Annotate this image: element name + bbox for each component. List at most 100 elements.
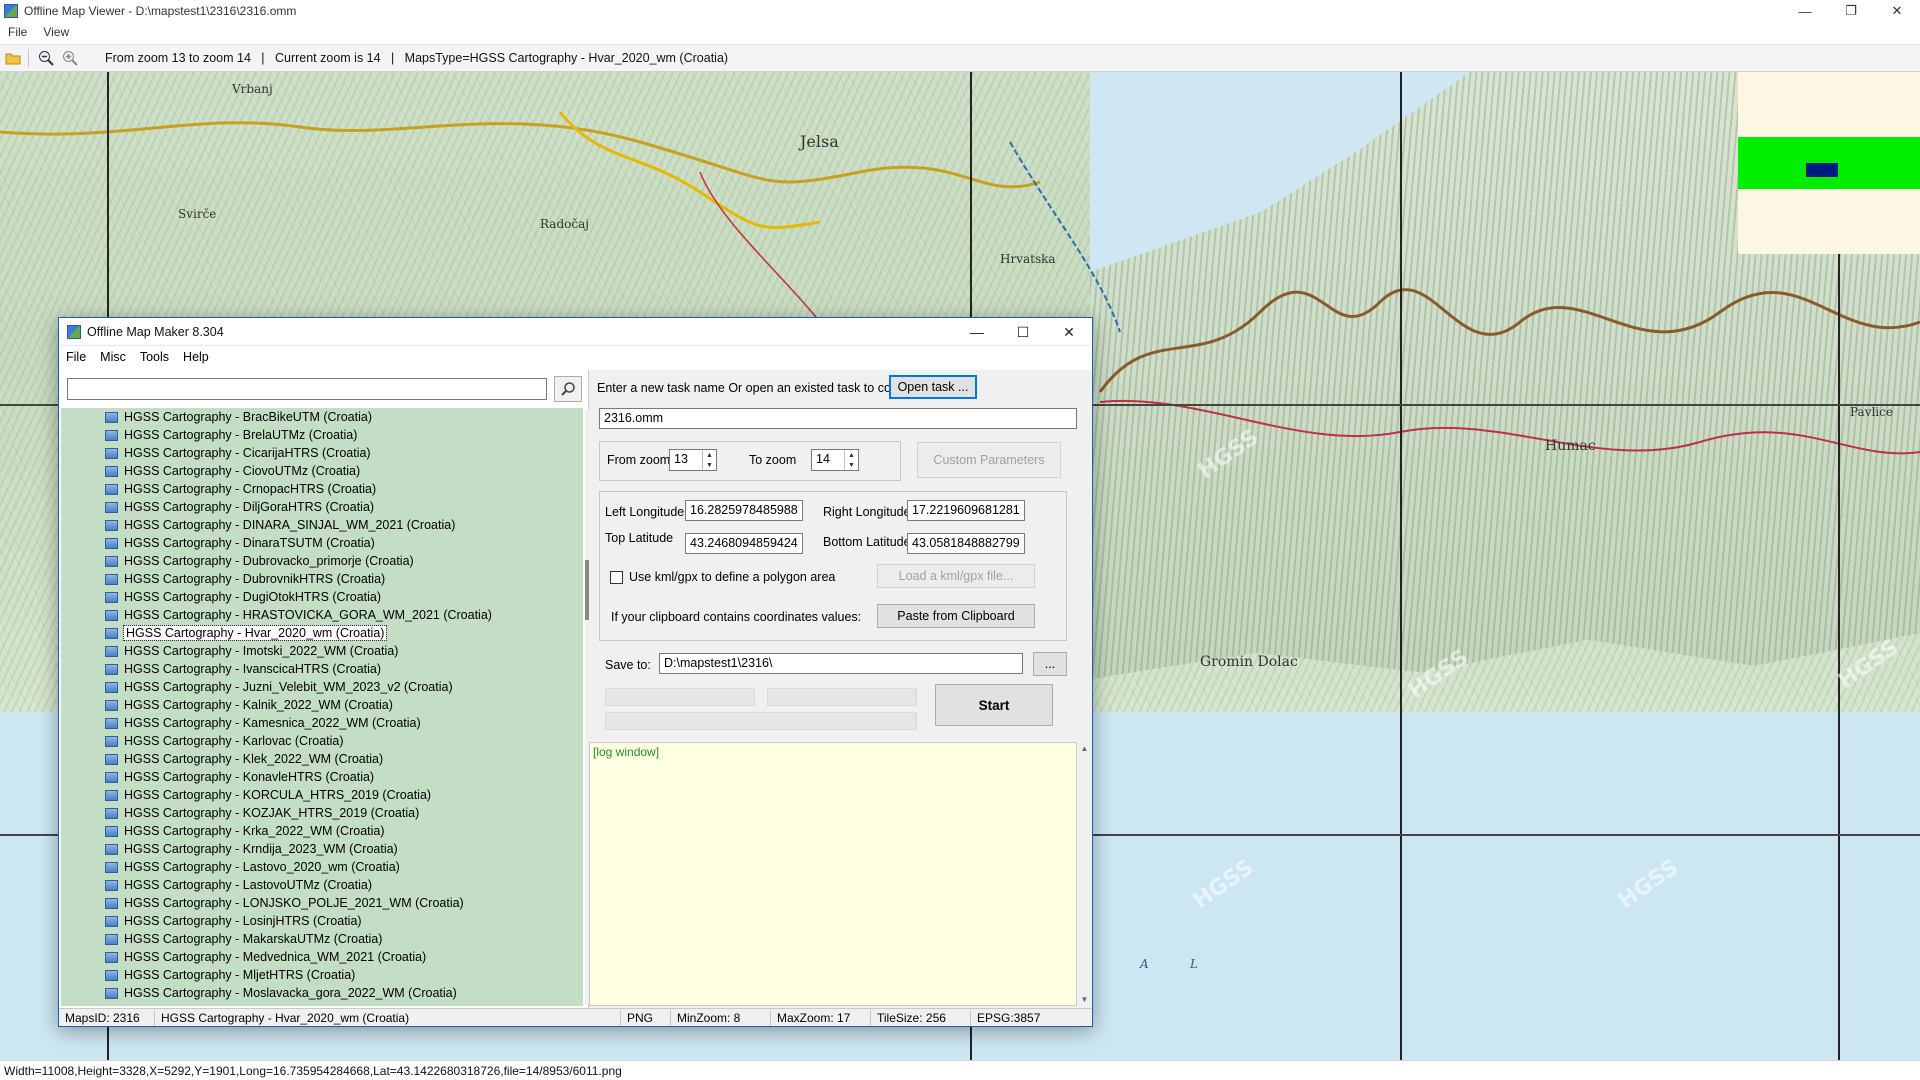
save-to-input[interactable]: D:\mapstest1\2316\: [659, 653, 1023, 674]
map-icon: [105, 825, 118, 837]
tree-item[interactable]: HGSS Cartography - CicarijaHTRS (Croatia…: [61, 444, 583, 462]
clipboard-prompt: If your clipboard contains coordinates v…: [611, 610, 862, 624]
chevron-down-icon[interactable]: ▼: [703, 460, 716, 470]
tree-item[interactable]: HGSS Cartography - CrnopacHTRS (Croatia): [61, 480, 583, 498]
tree-item-label: HGSS Cartography - DugiOtokHTRS (Croatia…: [124, 590, 382, 604]
search-button[interactable]: [554, 376, 582, 402]
status-min-zoom: MinZoom: 8: [671, 1009, 771, 1026]
map-icon: [105, 879, 118, 891]
chevron-up-icon[interactable]: ▲: [845, 450, 858, 460]
log-scrollbar[interactable]: ▲ ▼: [1077, 742, 1092, 1006]
close-icon[interactable]: ✕: [1874, 0, 1920, 22]
tree-item[interactable]: HGSS Cartography - LastovoUTMz (Croatia): [61, 876, 583, 894]
tree-item[interactable]: HGSS Cartography - KOZJAK_HTRS_2019 (Cro…: [61, 804, 583, 822]
tree-item[interactable]: HGSS Cartography - Dubrovacko_primorje (…: [61, 552, 583, 570]
search-input[interactable]: [67, 378, 547, 400]
maps-list-pane: HGSS Cartography - BracBikeUTM (Croatia)…: [59, 370, 589, 1008]
tree-item[interactable]: HGSS Cartography - KORCULA_HTRS_2019 (Cr…: [61, 786, 583, 804]
restore-icon[interactable]: ❐: [1828, 0, 1874, 22]
tree-item-label: HGSS Cartography - Lastovo_2020_wm (Croa…: [124, 860, 400, 874]
tree-item[interactable]: HGSS Cartography - MakarskaUTMz (Croatia…: [61, 930, 583, 948]
menu-file[interactable]: File: [59, 350, 93, 364]
tree-item[interactable]: HGSS Cartography - KonavleHTRS (Croatia): [61, 768, 583, 786]
map-icon: [105, 987, 118, 999]
menu-misc[interactable]: Misc: [93, 350, 133, 364]
map-icon: [105, 573, 118, 585]
start-button[interactable]: Start: [935, 684, 1053, 726]
tree-item[interactable]: HGSS Cartography - DINARA_SINJAL_WM_2021…: [61, 516, 583, 534]
menu-help[interactable]: Help: [176, 350, 216, 364]
map-icon: [105, 429, 118, 441]
tree-item[interactable]: HGSS Cartography - Krndija_2023_WM (Croa…: [61, 840, 583, 858]
tree-item[interactable]: HGSS Cartography - DugiOtokHTRS (Croatia…: [61, 588, 583, 606]
custom-parameters-button[interactable]: Custom Parameters: [917, 442, 1061, 478]
menu-file[interactable]: File: [0, 25, 35, 39]
log-window[interactable]: [log window]: [589, 742, 1077, 1006]
tree-item[interactable]: HGSS Cartography - Krka_2022_WM (Croatia…: [61, 822, 583, 840]
bottom-latitude-input[interactable]: 43.0581848882799: [907, 533, 1025, 554]
chevron-up-icon[interactable]: ▲: [1081, 744, 1089, 753]
minimize-icon[interactable]: —: [1782, 0, 1828, 22]
status-epsg: EPSG:3857: [977, 1010, 1041, 1025]
map-icon: [105, 753, 118, 765]
tree-item[interactable]: HGSS Cartography - HRASTOVICKA_GORA_WM_2…: [61, 606, 583, 624]
tree-item[interactable]: HGSS Cartography - Kamesnica_2022_WM (Cr…: [61, 714, 583, 732]
tree-item[interactable]: HGSS Cartography - Lastovo_2020_wm (Croa…: [61, 858, 583, 876]
map-icon: [105, 771, 118, 783]
tree-item[interactable]: HGSS Cartography - DubrovnikHTRS (Croati…: [61, 570, 583, 588]
task-name-input[interactable]: 2316.omm: [599, 408, 1077, 429]
tree-item[interactable]: HGSS Cartography - BracBikeUTM (Croatia): [61, 408, 583, 426]
tree-item[interactable]: HGSS Cartography - Medvednica_WM_2021 (C…: [61, 948, 583, 966]
top-latitude-input[interactable]: 43.2468094859424: [685, 533, 803, 554]
map-icon: [105, 465, 118, 477]
tree-item[interactable]: HGSS Cartography - LosinjHTRS (Croatia): [61, 912, 583, 930]
chevron-down-icon[interactable]: ▼: [845, 460, 858, 470]
map-label: L: [1190, 957, 1198, 971]
tree-item[interactable]: HGSS Cartography - Moslavacka_gora_2022_…: [61, 984, 583, 1002]
tree-item[interactable]: HGSS Cartography - LONJSKO_POLJE_2021_WM…: [61, 894, 583, 912]
overview-map[interactable]: [1738, 72, 1920, 254]
tree-item-label: HGSS Cartography - DinaraTSUTM (Croatia): [124, 536, 375, 550]
menu-view[interactable]: View: [35, 25, 77, 39]
tree-item[interactable]: HGSS Cartography - IvanscicaHTRS (Croati…: [61, 660, 583, 678]
browse-button[interactable]: ...: [1033, 652, 1067, 676]
tree-item[interactable]: HGSS Cartography - DiljGoraHTRS (Croatia…: [61, 498, 583, 516]
tree-item[interactable]: HGSS Cartography - CiovoUTMz (Croatia): [61, 462, 583, 480]
map-icon: [105, 591, 118, 603]
zoom-out-icon[interactable]: [35, 47, 57, 69]
tree-item-label: HGSS Cartography - Juzni_Velebit_WM_2023…: [124, 680, 453, 694]
tree-item[interactable]: HGSS Cartography - Hvar_2020_wm (Croatia…: [61, 624, 583, 642]
tree-item[interactable]: HGSS Cartography - Karlovac (Croatia): [61, 732, 583, 750]
load-kml-button[interactable]: Load a kml/gpx file...: [877, 564, 1035, 588]
minimize-icon[interactable]: —: [954, 318, 1000, 346]
maximize-icon[interactable]: ☐: [1000, 318, 1046, 346]
paste-from-clipboard-button[interactable]: Paste from Clipboard: [877, 604, 1035, 628]
tree-item-label: HGSS Cartography - KORCULA_HTRS_2019 (Cr…: [124, 788, 432, 802]
open-folder-icon[interactable]: [2, 47, 24, 69]
menu-tools[interactable]: Tools: [133, 350, 176, 364]
map-icon: [105, 861, 118, 873]
tree-item[interactable]: HGSS Cartography - DinaraTSUTM (Croatia): [61, 534, 583, 552]
open-task-button[interactable]: Open task ...: [889, 375, 977, 399]
tree-item[interactable]: HGSS Cartography - BrelaUTMz (Croatia): [61, 426, 583, 444]
chevron-down-icon[interactable]: ▼: [1081, 995, 1089, 1004]
tree-item[interactable]: HGSS Cartography - Imotski_2022_WM (Croa…: [61, 642, 583, 660]
maps-tree[interactable]: HGSS Cartography - BracBikeUTM (Croatia)…: [61, 408, 583, 1006]
kml-checkbox[interactable]: [610, 571, 623, 584]
zoom-in-icon[interactable]: [59, 47, 81, 69]
tree-item[interactable]: HGSS Cartography - Juzni_Velebit_WM_2023…: [61, 678, 583, 696]
to-zoom-spinner[interactable]: 14 ▲ ▼: [811, 449, 859, 471]
tree-item[interactable]: HGSS Cartography - MljetHTRS (Croatia): [61, 966, 583, 984]
right-longitude-input[interactable]: 17.2219609681281: [907, 500, 1025, 521]
tree-item-label: HGSS Cartography - Kalnik_2022_WM (Croat…: [124, 698, 393, 712]
close-icon[interactable]: ✕: [1046, 318, 1092, 346]
tree-item[interactable]: HGSS Cartography - Kalnik_2022_WM (Croat…: [61, 696, 583, 714]
dialog-title: Offline Map Maker 8.304: [87, 324, 224, 339]
tree-item[interactable]: HGSS Cartography - Klek_2022_WM (Croatia…: [61, 750, 583, 768]
left-longitude-input[interactable]: 16.2825978485988: [685, 500, 803, 521]
from-zoom-spinner[interactable]: 13 ▲ ▼: [669, 449, 717, 471]
map-icon: [105, 411, 118, 423]
tree-item-label: HGSS Cartography - DubrovnikHTRS (Croati…: [124, 572, 386, 586]
overview-viewport[interactable]: [1806, 163, 1838, 177]
chevron-up-icon[interactable]: ▲: [703, 450, 716, 460]
